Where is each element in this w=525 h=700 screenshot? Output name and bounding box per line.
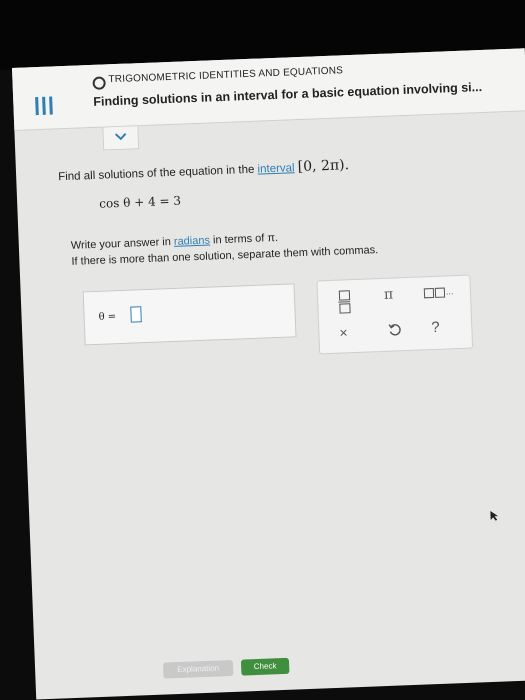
equation: cos θ + 4 = 3 <box>99 193 182 211</box>
radians-link[interactable]: radians <box>174 235 211 248</box>
instructions: Write your answer in radians in terms of… <box>71 226 379 270</box>
problem-statement: Find all solutions of the equation in th… <box>58 157 349 184</box>
fraction-icon <box>338 290 351 301</box>
answer-box[interactable]: θ = <box>82 283 297 346</box>
interval-value: [0, 2π). <box>297 157 350 176</box>
explanation-button[interactable]: Explanation <box>162 659 234 679</box>
help-button[interactable]: ? <box>431 319 440 336</box>
pointer-icon <box>490 510 499 521</box>
instruction-suffix: in terms of π. <box>212 231 279 247</box>
list-button[interactable]: ... <box>423 286 454 298</box>
check-button[interactable]: Check <box>240 657 290 676</box>
answer-label: θ = <box>98 311 117 323</box>
topic-status-icon <box>92 76 106 90</box>
collapse-header-button[interactable] <box>102 126 140 151</box>
interval-link[interactable]: interval <box>257 162 295 175</box>
answer-input[interactable] <box>130 306 142 323</box>
undo-icon <box>388 324 401 336</box>
lesson-title: Finding solutions in an interval for a b… <box>93 79 483 109</box>
problem-prompt: Find all solutions of the equation in th… <box>57 163 255 184</box>
math-keypad: π ... × ? <box>316 274 474 355</box>
pi-button[interactable]: π <box>384 287 394 303</box>
menu-icon[interactable] <box>35 96 58 116</box>
list-icon <box>423 287 435 298</box>
topic-title: TRIGONOMETRIC IDENTITIES AND EQUATIONS <box>108 65 344 86</box>
undo-button[interactable] <box>387 322 402 337</box>
clear-button[interactable]: × <box>339 324 348 340</box>
fraction-button[interactable] <box>338 290 351 314</box>
instruction-prefix: Write your answer in <box>70 236 172 252</box>
app-screen: TRIGONOMETRIC IDENTITIES AND EQUATIONS F… <box>12 48 525 700</box>
list-ellipsis: ... <box>445 286 454 297</box>
chevron-down-icon <box>114 133 127 141</box>
